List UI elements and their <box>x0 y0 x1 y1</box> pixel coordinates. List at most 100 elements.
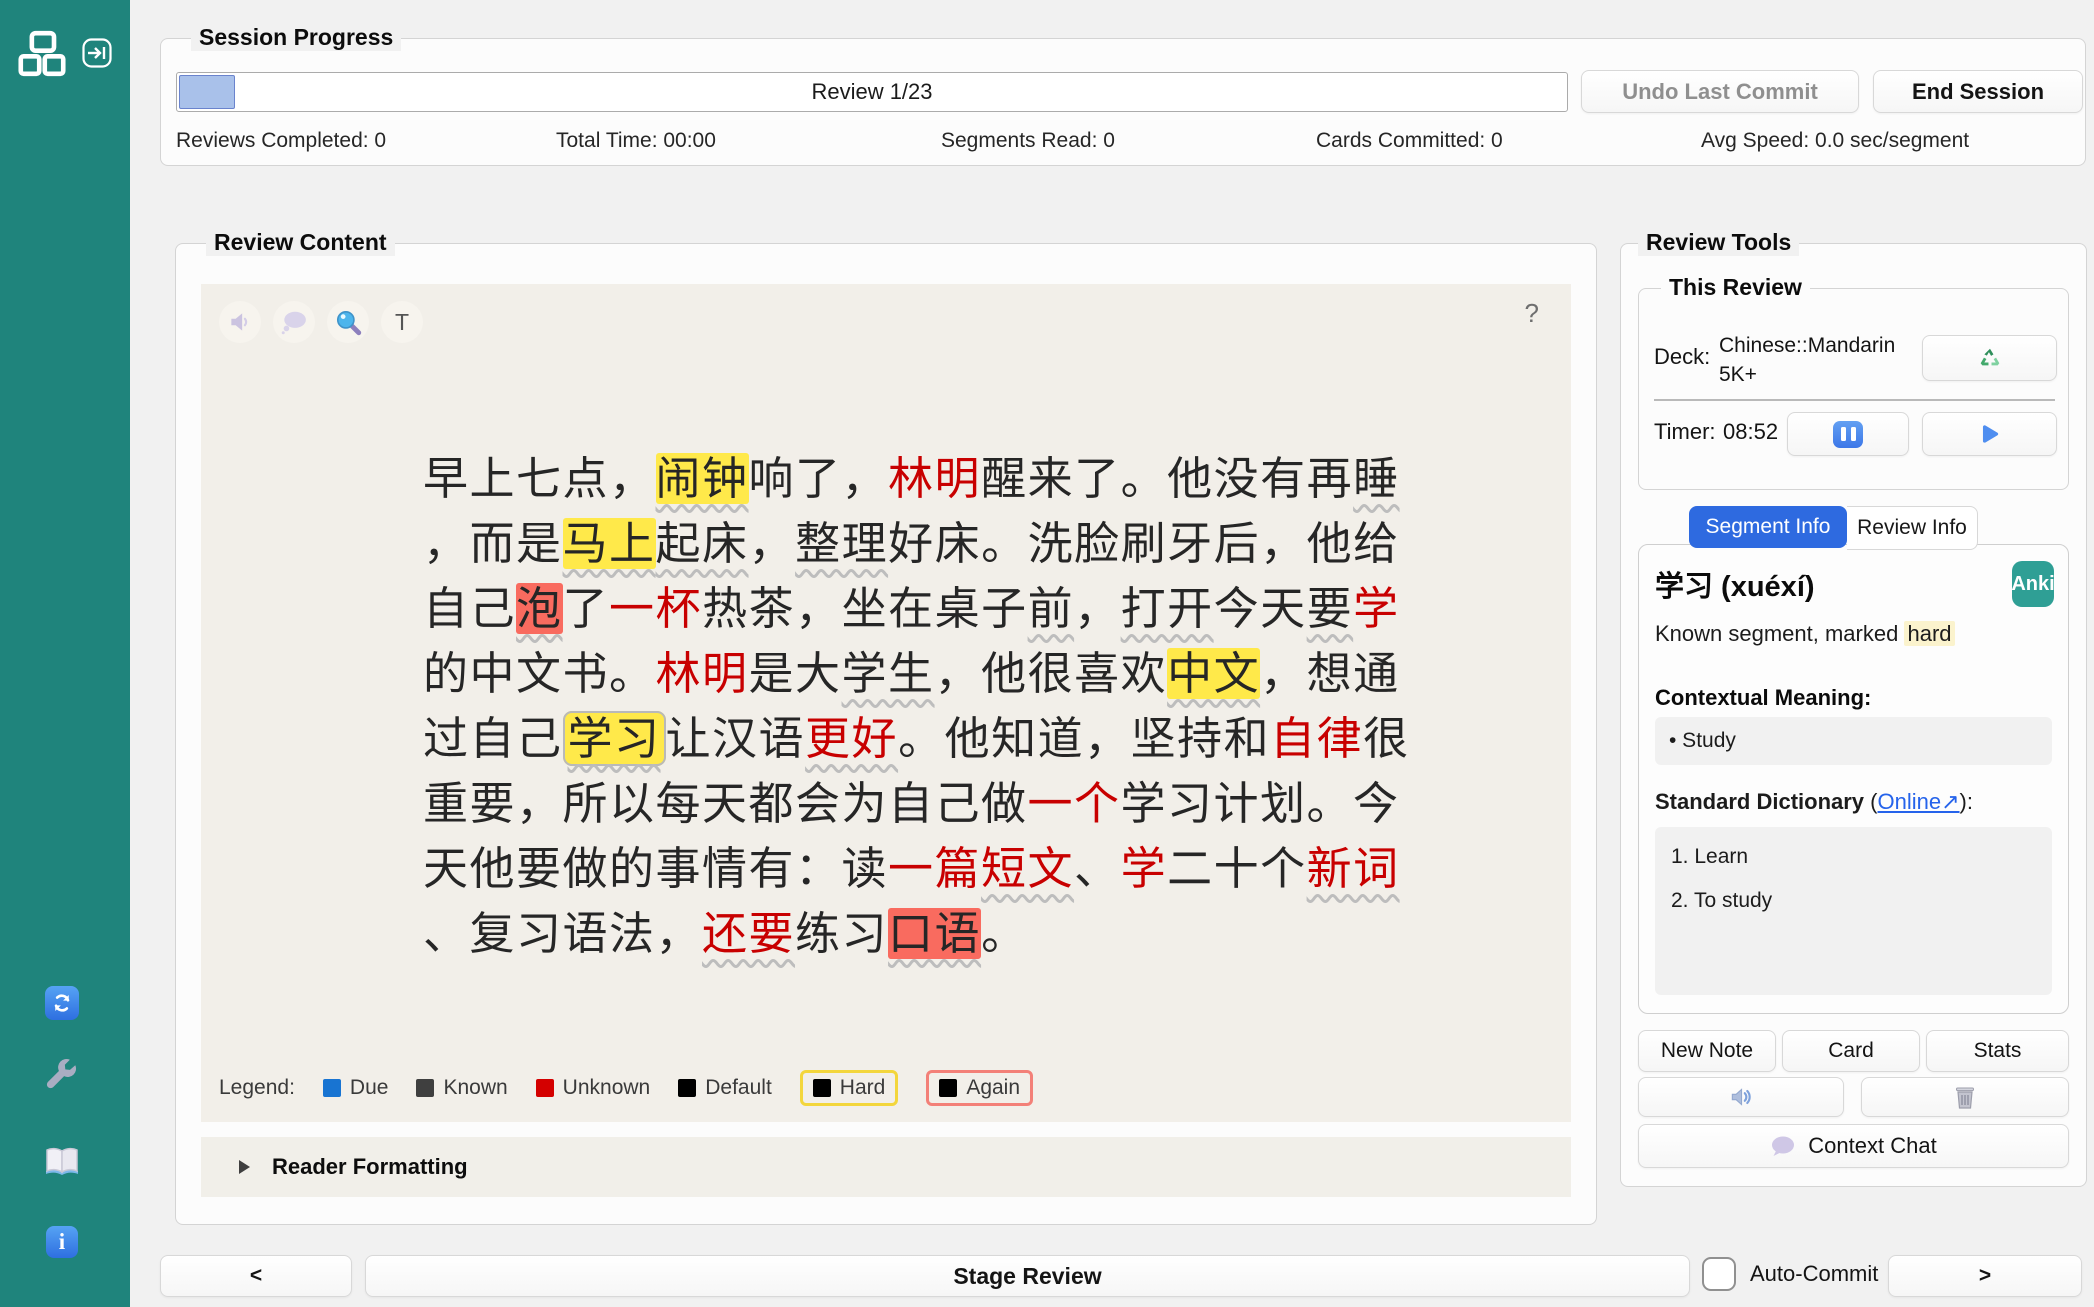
legend-item-label: Hard <box>840 1076 886 1100</box>
stats-button[interactable]: Stats <box>1926 1030 2069 1072</box>
text-segment[interactable]: 学生 <box>842 648 935 699</box>
trash-icon <box>1953 1084 1977 1110</box>
play-timer-button[interactable] <box>1922 412 2057 456</box>
text-segment[interactable]: 闹钟 <box>656 453 749 504</box>
text-segment[interactable]: 要 <box>1307 583 1354 634</box>
text-size-button[interactable]: T <box>381 301 423 343</box>
new-note-button[interactable]: New Note <box>1638 1030 1776 1072</box>
stage-review-button[interactable]: Stage Review <box>365 1255 1690 1297</box>
text-segment[interactable]: 、 <box>1074 843 1121 894</box>
dictionary-book-icon[interactable] <box>43 1146 81 1178</box>
legend-swatch <box>536 1079 554 1097</box>
text-segment[interactable]: 学习 <box>563 711 666 766</box>
tab-review-info[interactable]: Review Info <box>1847 506 1978 550</box>
text-segment[interactable]: 学 <box>1353 583 1400 634</box>
legend-item-again: Again <box>926 1070 1033 1106</box>
text-segment[interactable]: 一篇 <box>888 843 981 894</box>
legend-item-hard: Hard <box>800 1070 899 1106</box>
text-segment[interactable]: ，而是 <box>423 518 563 569</box>
text-segment[interactable]: ， <box>749 518 796 569</box>
legend-item-label: Default <box>705 1076 772 1100</box>
text-segment[interactable]: 更好 <box>805 713 898 764</box>
text-segment[interactable]: 新词 <box>1307 843 1400 894</box>
sync-icon[interactable] <box>45 986 79 1020</box>
text-segment[interactable]: 一杯 <box>609 583 702 634</box>
sync-deck-button[interactable] <box>1922 335 2057 381</box>
help-icon[interactable]: ? <box>1525 298 1539 329</box>
legend-item-due: Due <box>323 1076 389 1100</box>
text-segment[interactable]: 林明 <box>888 453 981 504</box>
collapse-panel-icon[interactable] <box>82 38 112 68</box>
text-segment[interactable]: 口语 <box>888 908 981 959</box>
text-segment[interactable]: 让汉语 <box>666 713 806 764</box>
pause-icon <box>1833 421 1863 448</box>
text-segment[interactable]: 自律 <box>1270 713 1363 764</box>
text-segment[interactable]: 泡 <box>516 583 563 634</box>
text-segment[interactable]: 打开 <box>1121 583 1214 634</box>
text-segment[interactable]: 中文 <box>1167 648 1260 699</box>
online-dictionary-link[interactable]: Online↗ <box>1878 789 1960 814</box>
info-icon[interactable]: i <box>46 1226 78 1258</box>
magnifier-icon[interactable] <box>327 301 369 343</box>
next-review-button[interactable]: > <box>1888 1255 2082 1297</box>
text-segment[interactable]: 林明 <box>656 648 749 699</box>
speaker-icon[interactable] <box>219 301 261 343</box>
text-segment[interactable]: 。他知道，坚持和 <box>898 713 1270 764</box>
contextual-meaning-box: • Study <box>1655 717 2052 765</box>
text-segment[interactable]: ，他很喜欢 <box>935 648 1168 699</box>
session-stat: Avg Speed: 0.0 sec/segment <box>1701 129 1969 153</box>
text-segment[interactable]: 是大 <box>749 648 842 699</box>
text-segment[interactable]: ， <box>1074 583 1121 634</box>
this-review-title: This Review <box>1661 274 1810 301</box>
session-stat: Cards Committed: 0 <box>1316 129 1503 153</box>
text-segment[interactable]: 前 <box>1028 583 1075 634</box>
text-segment[interactable]: 整理 <box>795 518 888 569</box>
segment-status: Known segment, marked hard <box>1655 621 1955 647</box>
legend-items: DueKnownUnknownDefaultHardAgain <box>323 1070 1033 1106</box>
text-segment[interactable]: 了 <box>563 583 610 634</box>
session-stat: Segments Read: 0 <box>941 129 1115 153</box>
play-audio-button[interactable] <box>1638 1077 1844 1117</box>
tab-segment-info[interactable]: Segment Info <box>1689 506 1847 548</box>
timer-value: 08:52 <box>1723 419 1778 445</box>
text-segment[interactable]: 、复习语法， <box>423 908 702 959</box>
text-size-label: T <box>395 309 409 336</box>
text-segment[interactable]: 练习 <box>795 908 888 959</box>
thought-bubble-icon[interactable] <box>273 301 315 343</box>
segment-headword: 学习 (xuéxí) <box>1655 563 1815 605</box>
previous-review-button[interactable]: < <box>160 1255 352 1297</box>
card-button[interactable]: Card <box>1782 1030 1920 1072</box>
legend-swatch <box>813 1079 831 1097</box>
legend-item-label: Due <box>350 1076 389 1100</box>
end-session-button[interactable]: End Session <box>1873 70 2083 113</box>
text-segment[interactable]: 学 <box>1121 843 1168 894</box>
text-segment[interactable]: 今天 <box>1214 583 1307 634</box>
text-segment[interactable]: 短文 <box>981 843 1074 894</box>
pause-timer-button[interactable] <box>1787 412 1909 456</box>
delete-button[interactable] <box>1861 1077 2069 1117</box>
text-segment[interactable]: 二十个 <box>1167 843 1307 894</box>
text-segment[interactable]: 。 <box>981 908 1028 959</box>
contextual-meaning-label: Contextual Meaning: <box>1655 685 1871 711</box>
text-segment[interactable]: 一个 <box>1028 778 1121 829</box>
auto-commit-label: Auto-Commit <box>1750 1261 1878 1287</box>
auto-commit-checkbox[interactable] <box>1702 1257 1736 1291</box>
app-blocks-icon <box>18 30 66 77</box>
reader-formatting-expander[interactable]: Reader Formatting <box>201 1137 1571 1197</box>
text-segment[interactable]: 醒来了。他没有再 <box>981 453 1353 504</box>
text-segment[interactable]: 热茶，坐在桌子 <box>702 583 1028 634</box>
segment-info-panel: 学习 (xuéxí) Anki Known segment, marked ha… <box>1638 544 2069 1014</box>
text-segment[interactable]: 响了， <box>749 453 889 504</box>
text-segment[interactable]: 睡 <box>1353 453 1400 504</box>
text-segment[interactable]: 还要 <box>702 908 795 959</box>
divider <box>1654 399 2055 401</box>
wrench-icon[interactable] <box>43 1058 81 1096</box>
context-chat-button[interactable]: Context Chat <box>1638 1124 2069 1168</box>
list-item: 2. To study <box>1671 889 2052 913</box>
text-segment[interactable]: 马上 <box>563 518 656 569</box>
text-segment[interactable]: 的中文书。 <box>423 648 656 699</box>
timer-label: Timer: <box>1654 419 1716 445</box>
text-segment[interactable]: 早上七点， <box>423 453 656 504</box>
undo-last-commit-button[interactable]: Undo Last Commit <box>1581 70 1859 113</box>
text-segment[interactable]: 起床 <box>656 518 749 569</box>
